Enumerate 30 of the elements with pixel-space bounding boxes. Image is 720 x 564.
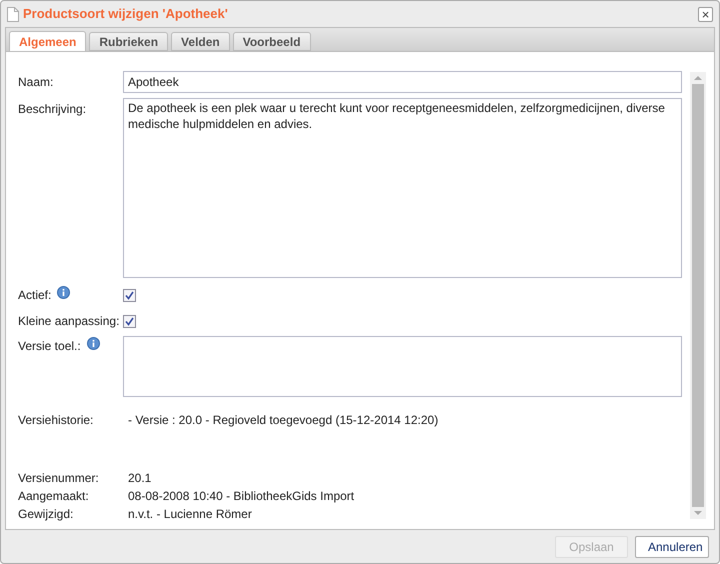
meta-value: 08-08-2008 10:40 - BibliotheekGids Import bbox=[127, 488, 354, 505]
field-label: Gewijzigd: bbox=[18, 506, 74, 523]
field-label: Aangemaakt: bbox=[18, 488, 89, 505]
tab[interactable]: Rubrieken bbox=[89, 32, 168, 51]
checkbox[interactable] bbox=[123, 314, 136, 328]
info-icon[interactable] bbox=[86, 337, 100, 350]
tab[interactable]: Voorbeeld bbox=[232, 32, 311, 51]
button[interactable]: Annuleren bbox=[635, 536, 709, 558]
meta-value: n.v.t. - Lucienne Römer bbox=[127, 506, 252, 523]
close-button[interactable]: × bbox=[698, 6, 713, 22]
input-field[interactable]: Apotheek bbox=[123, 71, 682, 93]
tab[interactable]: Velden bbox=[171, 32, 230, 51]
field-label: Kleine aanpassing: bbox=[18, 313, 120, 330]
field-label: Beschrijving: bbox=[18, 101, 86, 118]
text-area[interactable] bbox=[123, 336, 682, 397]
scrollbar[interactable] bbox=[690, 72, 706, 519]
field-label: Naam: bbox=[18, 74, 54, 91]
text-area[interactable]: De apotheek is een plek waar u terecht kunt voor receptgeneesmiddelen, zelfzorgmedicijnen, diverse medische hulpmiddelen en advies. bbox=[123, 98, 682, 278]
history-entry: - Versie : 20.0 - Regioveld toegevoegd (15-12-2014 12:20) bbox=[127, 412, 438, 429]
meta-value: 20.1 bbox=[127, 470, 152, 487]
field-label: Versiehistorie: bbox=[18, 412, 94, 429]
checkbox[interactable] bbox=[123, 288, 136, 302]
field-label: Versienummer: bbox=[18, 470, 99, 487]
info-icon[interactable] bbox=[57, 286, 70, 299]
document-icon bbox=[7, 6, 19, 22]
field-label: Actief: bbox=[18, 287, 52, 304]
tab[interactable]: Algemeen bbox=[9, 31, 86, 51]
scrollbar-thumb[interactable] bbox=[692, 84, 704, 507]
window-title: Productsoort wijzigen 'Apotheek' bbox=[23, 5, 228, 24]
field-label: Versie toel.: bbox=[18, 338, 81, 355]
